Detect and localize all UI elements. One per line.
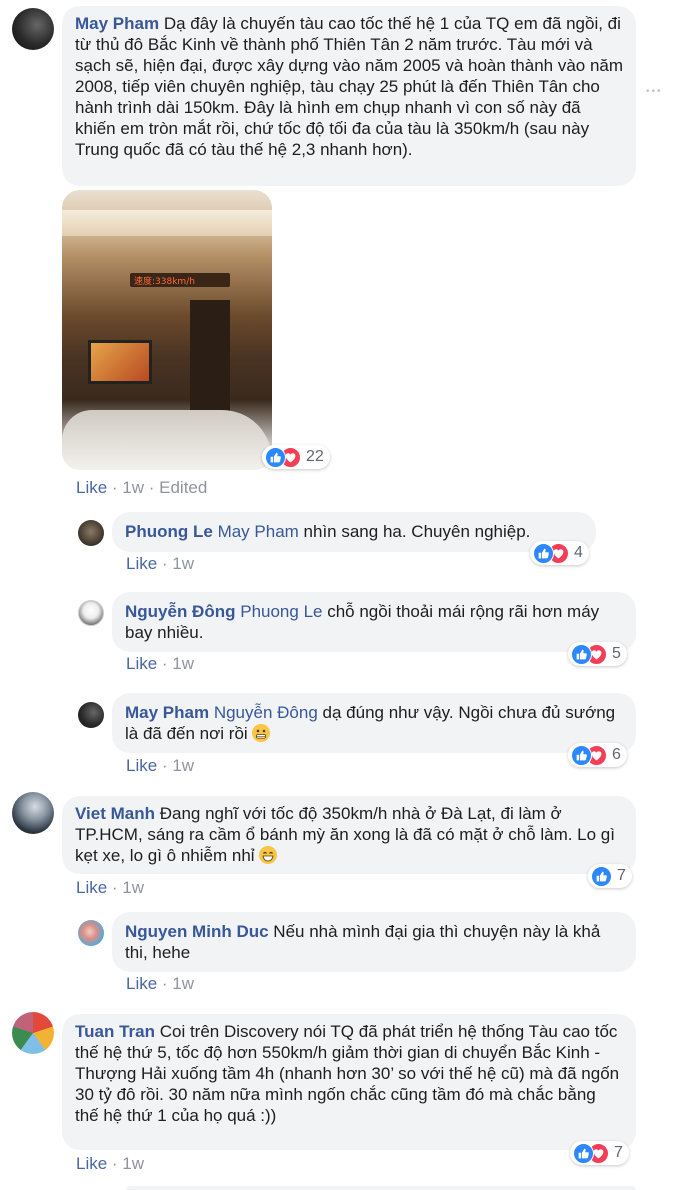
like-reaction-icon [571, 744, 592, 766]
comment-text: Dạ đây là chuyến tàu cao tốc thế hệ 1 củ… [75, 14, 624, 159]
reply-author[interactable]: Phuong Le [125, 522, 213, 541]
speed-readout: 速度:338km/h [134, 277, 195, 287]
reply-mention[interactable]: Nguyễn Đông [214, 703, 318, 722]
like-link[interactable]: Like [126, 554, 157, 573]
reaction-summary[interactable]: 6 [568, 743, 627, 767]
seat-backs [62, 410, 272, 470]
reply-text: nhìn sang ha. Chuyên nghiệp. [303, 522, 531, 541]
timestamp[interactable]: 1w [122, 878, 144, 897]
like-link[interactable]: Like [76, 878, 107, 897]
reaction-summary[interactable]: 5 [568, 642, 627, 666]
reply-actions: Like · 1w [126, 756, 195, 775]
avatar-viet-manh[interactable] [12, 792, 54, 834]
like-reaction-icon [573, 1142, 594, 1164]
comment-bubble: Viet Manh Đang nghĩ với tốc độ 350km/h n… [62, 796, 636, 874]
reply-mention[interactable]: May Pham [218, 522, 299, 541]
avatar-nguyen-minh-duc[interactable] [78, 920, 104, 946]
comment-bubble: May Pham Dạ đây là chuyến tàu cao tốc th… [62, 6, 636, 186]
reply-author[interactable]: May Pham [125, 703, 209, 722]
timestamp[interactable]: 1w [172, 974, 194, 993]
reply-author[interactable]: Nguyen Minh Duc [125, 922, 269, 941]
like-reaction-icon [591, 865, 612, 887]
reaction-count: 6 [612, 746, 621, 763]
comment-author[interactable]: Tuan Tran [75, 1022, 155, 1041]
edited-label[interactable]: Edited [159, 478, 207, 497]
timestamp[interactable]: 1w [122, 1154, 144, 1173]
comment-text: Coi trên Discovery nói TQ đã phát triển … [75, 1022, 620, 1125]
reply-bubble: Nguyen Minh Duc Nếu nhà mình đại gia thì… [112, 912, 636, 972]
comment-author[interactable]: May Pham [75, 14, 159, 33]
reaction-summary[interactable]: 22 [262, 445, 330, 469]
comment-actions: Like · 1w [76, 878, 145, 897]
like-reaction-icon [571, 643, 592, 665]
avatar-may-pham[interactable] [12, 8, 54, 50]
comment-actions: Like · 1w · Edited [76, 478, 208, 497]
reply-actions: Like · 1w [126, 974, 195, 993]
comment-actions: Like · 1w [76, 1154, 145, 1173]
like-link[interactable]: Like [76, 1154, 107, 1173]
reply-bubble: May Pham Nguyễn Đông dạ đúng như vậy. Ng… [112, 693, 636, 753]
avatar-tuan-tran[interactable] [12, 1012, 54, 1054]
like-link[interactable]: Like [126, 654, 157, 673]
reply-bubble: Nguyễn Đông Phuong Le chỗ ngồi thoải mái… [112, 592, 636, 652]
avatar-nguyen-dong[interactable] [78, 600, 104, 626]
comment-text: Đang nghĩ với tốc độ 350km/h nhà ở Đà Lạ… [75, 804, 615, 865]
reaction-count: 7 [617, 867, 626, 884]
avatar-phuong-le[interactable] [78, 520, 104, 546]
grinning-emoji-icon [259, 846, 278, 864]
train-ceiling-light [62, 210, 272, 236]
onboard-tv-screen [88, 340, 152, 384]
like-link[interactable]: Like [126, 756, 157, 775]
comment-bubble: Tuan Tran Coi trên Discovery nói TQ đã p… [62, 1014, 636, 1150]
grimacing-emoji-icon [252, 724, 271, 742]
timestamp[interactable]: 1w [172, 554, 194, 573]
like-reaction-icon [265, 446, 286, 468]
comment-author[interactable]: Viet Manh [75, 804, 155, 823]
reaction-count: 5 [612, 645, 621, 662]
reaction-count: 7 [614, 1144, 623, 1161]
comment-photo[interactable]: 速度:338km/h [62, 190, 272, 470]
reaction-count: 22 [306, 448, 324, 465]
reaction-summary[interactable]: 4 [530, 541, 589, 565]
reaction-summary[interactable]: 7 [570, 1141, 629, 1165]
reply-bubble: Phuong Le May Pham nhìn sang ha. Chuyên … [112, 512, 596, 552]
reply-mention[interactable]: Phuong Le [240, 602, 322, 621]
like-link[interactable]: Like [76, 478, 107, 497]
timestamp[interactable]: 1w [122, 478, 144, 497]
reply-author[interactable]: Nguyễn Đông [125, 602, 236, 621]
avatar-may-pham[interactable] [78, 702, 104, 728]
like-reaction-icon [533, 542, 554, 564]
reply-actions: Like · 1w [126, 554, 195, 573]
timestamp[interactable]: 1w [172, 654, 194, 673]
like-link[interactable]: Like [126, 974, 157, 993]
next-comment-edge [126, 1186, 636, 1190]
timestamp[interactable]: 1w [172, 756, 194, 775]
reply-actions: Like · 1w [126, 654, 195, 673]
reaction-count: 4 [574, 544, 583, 561]
reaction-summary[interactable]: 7 [588, 864, 632, 888]
more-options-icon[interactable]: ••• [646, 86, 663, 97]
cabin-door [190, 300, 230, 420]
